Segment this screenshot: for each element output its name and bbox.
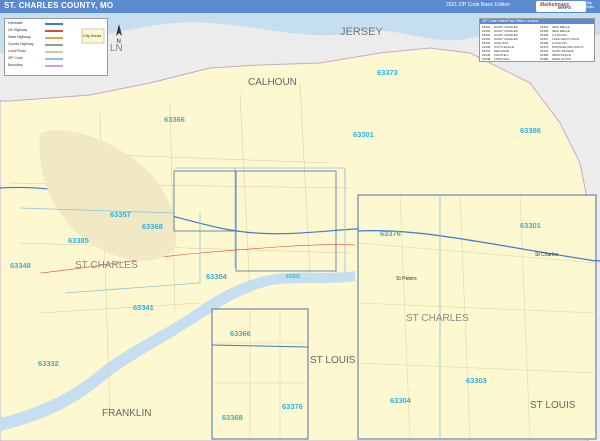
legend-row: US Highway (8, 28, 28, 32)
city-areas-badge: City Areas (80, 25, 106, 47)
zip-label: 63332 (38, 359, 59, 368)
zip-label: 63386 (520, 126, 541, 135)
place-label: CALHOUN (248, 77, 297, 88)
legend-row: County Highway (8, 42, 34, 46)
zip-label: 63301 (353, 130, 374, 139)
legend-swatch (45, 58, 63, 60)
zip-index-table: ZIP Code Index/Post Office Location 6330… (479, 18, 595, 62)
zip-label: 63376 (282, 402, 303, 411)
zip-label: 63385 (68, 236, 89, 245)
zip-label: 63302 (286, 274, 300, 280)
place-label: St Charles (535, 252, 559, 258)
legend-row: Local Road (8, 49, 26, 53)
title-bar: ST. CHARLES COUNTY, MO 2021 ZIP Code Bas… (0, 0, 600, 13)
zip-index-title: ZIP Code Index/Post Office Location (480, 19, 594, 24)
place-label: JERSEY (340, 26, 383, 38)
zip-label: 63368 (222, 413, 243, 422)
compass-icon: N (112, 22, 126, 45)
north-letter: N (117, 39, 121, 44)
brand-company: Map Sales (586, 1, 594, 9)
place-label: ST CHARLES (406, 313, 469, 324)
brand-logo: Marketmaps MAPS (536, 1, 586, 12)
legend-row: Boundary (8, 63, 23, 67)
zip-index-code: 63348 (482, 57, 491, 61)
map-title: ST. CHARLES COUNTY, MO (4, 1, 114, 10)
legend-swatch (45, 37, 63, 39)
zip-label: 63303 (466, 376, 487, 385)
zip-label: 63368 (142, 222, 163, 231)
city-areas-label: City Areas (83, 33, 102, 38)
legend-row: Interstate (8, 21, 23, 25)
zip-label: 63301 (520, 221, 541, 230)
north-arrow-icon: N (116, 24, 122, 45)
legend-swatch (45, 23, 63, 25)
place-label: FRANKLIN (102, 408, 151, 419)
map-canvas[interactable]: JERSEY CALHOUN ST CHARLES FRANKLIN ST LO… (0, 13, 600, 441)
place-label: LN (110, 43, 123, 54)
legend-swatch (45, 65, 63, 67)
zip-label: 63304 (206, 272, 228, 281)
zip-index-place: FORISTELL (494, 57, 511, 61)
place-label: St Peters (396, 276, 417, 282)
map-svg: JERSEY CALHOUN ST CHARLES FRANKLIN ST LO… (0, 13, 600, 441)
zip-label: 63366 (164, 115, 185, 124)
legend-swatch (45, 30, 63, 32)
map-page: ST. CHARLES COUNTY, MO 2021 ZIP Code Bas… (0, 0, 600, 441)
legend-swatch (45, 51, 63, 53)
place-label: ST LOUIS (530, 400, 576, 411)
legend-row: ZIP Code (8, 56, 23, 60)
edition-label: 2021 ZIP Code Basic Edition (446, 2, 510, 8)
zip-label: 63304 (390, 396, 412, 405)
zip-label: 63357 (110, 210, 131, 219)
zip-label: 63366 (230, 329, 251, 338)
place-label: ST LOUIS (310, 355, 356, 366)
zip-label: 63376 (380, 229, 401, 238)
zip-index-code: 63386 (540, 57, 549, 61)
brand-sub: MAPS (558, 5, 572, 10)
zip-label: 63373 (377, 68, 398, 77)
legend-swatch (45, 44, 63, 46)
place-label: ST CHARLES (75, 260, 138, 271)
zip-label: 63341 (133, 303, 154, 312)
zip-label: 63348 (10, 261, 31, 270)
legend-row: State Highway (8, 35, 31, 39)
zip-index-place: WEST ALTON (552, 57, 572, 61)
